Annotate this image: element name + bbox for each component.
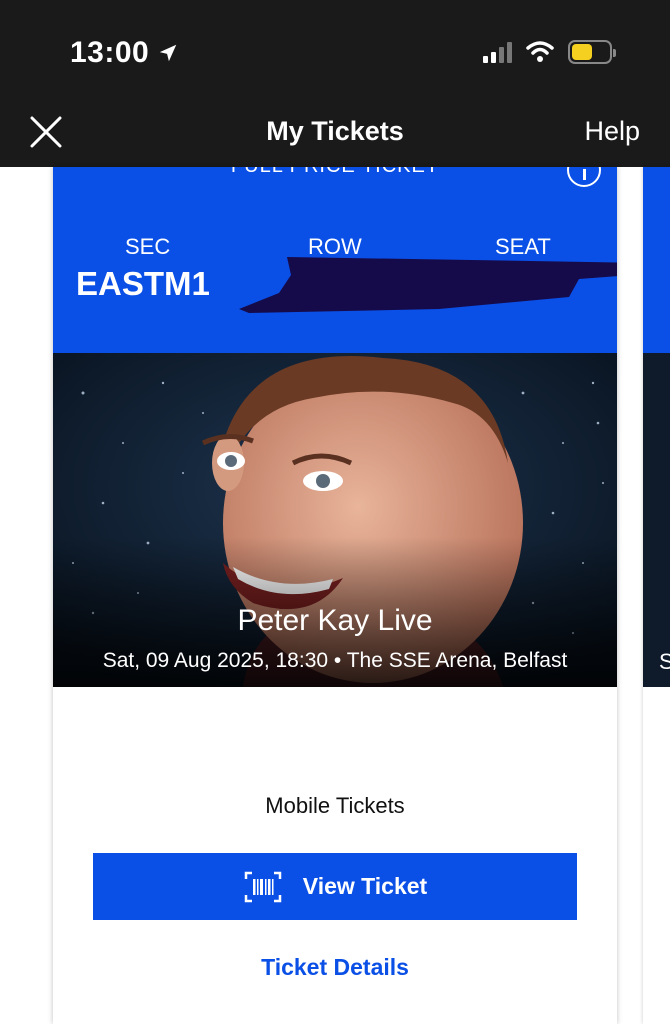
- help-link[interactable]: Help: [584, 116, 640, 147]
- mobile-tickets-label: Mobile Tickets: [265, 793, 405, 818]
- top-bar: 13:00 My Tickets Help: [0, 0, 670, 167]
- next-ticket-header: [643, 167, 670, 353]
- redaction-scribble: [239, 257, 617, 313]
- location-arrow-icon: [159, 44, 177, 62]
- event-date-venue: Sat, 09 Aug 2025, 18:30 • The SSE Arena,…: [102, 649, 568, 672]
- ticket-header: FULL PRICE TICKET SEC ROW SEAT EASTM1: [53, 167, 617, 353]
- ticket-type-label: FULL PRICE TICKET: [53, 167, 617, 178]
- status-time-text: 13:00: [70, 36, 150, 69]
- view-ticket-button[interactable]: View Ticket: [93, 853, 577, 920]
- ticket-card: FULL PRICE TICKET SEC ROW SEAT EASTM1: [53, 167, 617, 1024]
- event-name: Peter Kay Live: [237, 604, 433, 637]
- battery-icon: [568, 40, 616, 64]
- info-icon[interactable]: [567, 167, 601, 187]
- signal-icon: [483, 41, 512, 63]
- sec-value: EASTM1: [76, 265, 210, 302]
- sec-label: SEC: [125, 234, 171, 259]
- page-title: My Tickets: [266, 116, 404, 146]
- next-ticket-meta: S: [659, 649, 670, 674]
- wifi-icon: [526, 41, 554, 62]
- next-ticket-image: S: [643, 353, 670, 687]
- status-icons: [483, 40, 616, 64]
- status-time: 13:00: [70, 36, 179, 70]
- event-image: Peter Kay Live Sat, 09 Aug 2025, 18:30 •…: [53, 353, 617, 687]
- next-ticket-card[interactable]: S: [643, 167, 670, 1024]
- barcode-icon: [244, 871, 282, 902]
- ticket-details-link[interactable]: Ticket Details: [53, 954, 617, 981]
- view-ticket-label: View Ticket: [302, 873, 428, 899]
